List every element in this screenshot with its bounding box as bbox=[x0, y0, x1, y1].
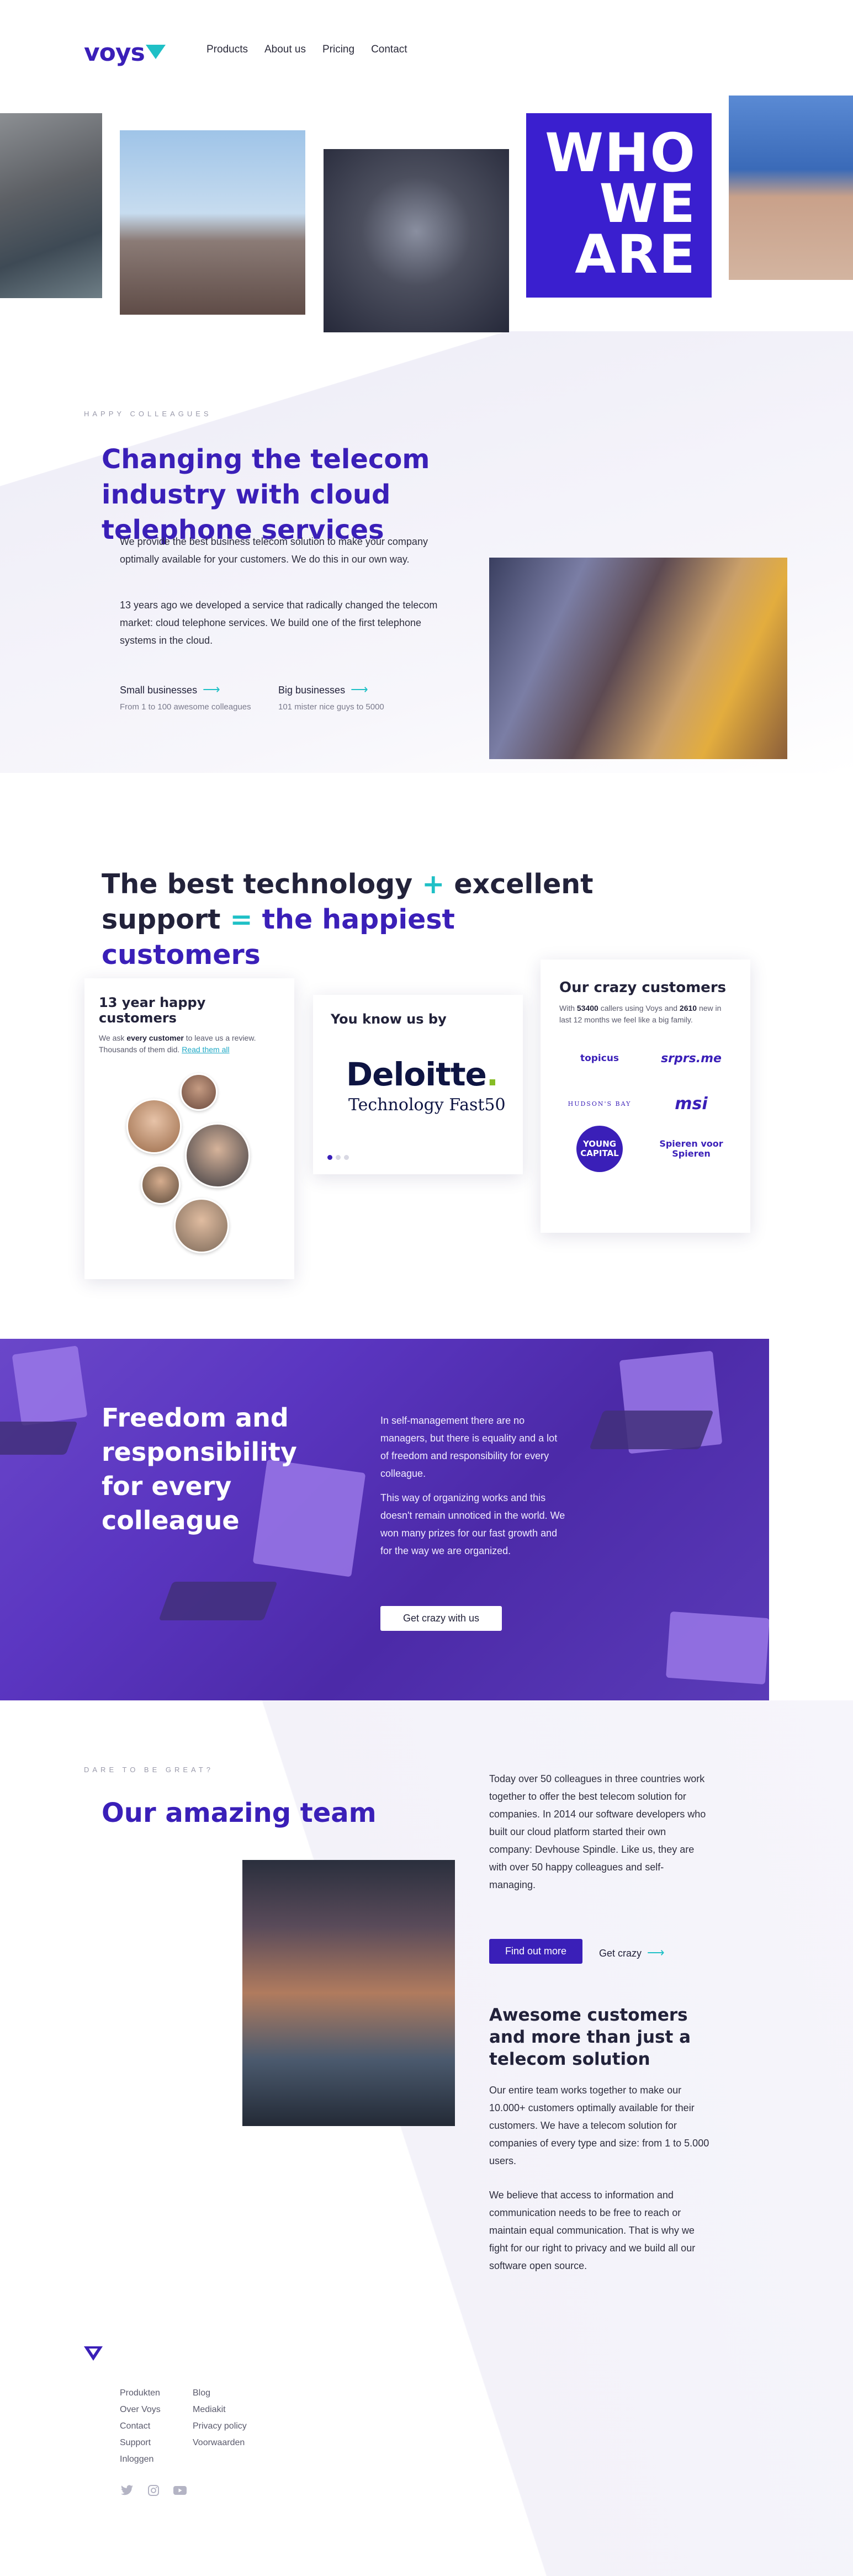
card-text: With 53400 callers using Voys and 2610 n… bbox=[559, 1004, 722, 1024]
card-title: You know us by bbox=[331, 1011, 447, 1027]
srprs-logo: srprs.me bbox=[661, 1051, 722, 1066]
customers-heading: Awesome customers and more than just a t… bbox=[489, 2005, 691, 2069]
freedom-title: Freedom and responsibility for every col… bbox=[102, 1403, 297, 1535]
section-eyebrow: HAPPY COLLEAGUES bbox=[84, 410, 212, 418]
footer-links-col2: Blog Mediakit Privacy policy Voorwaarden bbox=[193, 2385, 247, 2451]
arrow-right-icon: ⟶ bbox=[203, 682, 220, 696]
instagram-icon[interactable] bbox=[146, 2484, 161, 2497]
nav-about-us[interactable]: About us bbox=[264, 44, 306, 56]
msi-logo: msi bbox=[675, 1094, 708, 1114]
footer-link[interactable]: Blog bbox=[193, 2385, 247, 2402]
who-we-are-block: WHO WE ARE bbox=[526, 113, 712, 298]
avatar bbox=[174, 1198, 229, 1253]
big-businesses-link[interactable]: Big businesses ⟶ 101 mister nice guys to … bbox=[278, 682, 384, 712]
spieren-voor-spieren-logo: Spieren voor Spieren bbox=[659, 1138, 723, 1159]
avatar bbox=[180, 1073, 218, 1111]
get-crazy-with-us-button[interactable]: Get crazy with us bbox=[380, 1606, 502, 1631]
retro-computer-illustration bbox=[12, 1345, 88, 1426]
topicus-logo: topicus bbox=[580, 1053, 619, 1064]
main-nav: Products About us Pricing Contact bbox=[206, 44, 407, 56]
nav-contact[interactable]: Contact bbox=[371, 44, 407, 56]
happy-customers-card: 13 year happy customers We ask every cus… bbox=[84, 978, 294, 1279]
footer-link[interactable]: Over Voys bbox=[120, 2402, 161, 2418]
team-paragraph: Today over 50 colleagues in three countr… bbox=[489, 1773, 706, 1890]
nav-products[interactable]: Products bbox=[206, 44, 248, 56]
team-party-photo bbox=[242, 1860, 455, 2126]
hero-photo-skyline-selfie bbox=[324, 149, 509, 332]
footer-link[interactable]: Contact bbox=[120, 2418, 161, 2435]
technology-fast50-text: Technology Fast50 bbox=[348, 1095, 506, 1115]
footer-logo-icon[interactable] bbox=[84, 2346, 103, 2361]
tech-headline: The best technology + excellent support … bbox=[102, 868, 594, 971]
avatar bbox=[185, 1123, 250, 1188]
carousel-dots bbox=[327, 1155, 349, 1160]
logo-triangle-icon bbox=[145, 45, 166, 59]
avatar bbox=[141, 1165, 181, 1205]
keyboard-illustration bbox=[0, 1422, 78, 1455]
card-title: 13 year happy customers bbox=[99, 995, 206, 1026]
footer-link[interactable]: Inloggen bbox=[120, 2451, 161, 2468]
footer-link[interactable]: Voorwaarden bbox=[193, 2435, 247, 2451]
footer-link[interactable]: Produkten bbox=[120, 2385, 161, 2402]
deloitte-logo: Deloitte. bbox=[346, 1056, 499, 1093]
you-know-us-card: You know us by Deloitte. Technology Fast… bbox=[313, 995, 523, 1174]
hero-photo-mug-man bbox=[729, 96, 853, 280]
section-paragraph: We provide the best business telecom sol… bbox=[120, 536, 428, 565]
find-out-more-button[interactable]: Find out more bbox=[489, 1939, 582, 1964]
card-text: We ask every customer to leave us a revi… bbox=[99, 1033, 256, 1054]
avatar bbox=[126, 1099, 182, 1154]
footer-link[interactable]: Privacy policy bbox=[193, 2418, 247, 2435]
freedom-text: In self-management there are no managers… bbox=[380, 1415, 565, 1556]
nav-pricing[interactable]: Pricing bbox=[322, 44, 354, 56]
arrow-right-icon: ⟶ bbox=[351, 682, 368, 696]
twitter-icon[interactable] bbox=[120, 2484, 134, 2497]
get-crazy-link[interactable]: Get crazy ⟶ bbox=[599, 1946, 665, 1960]
section-paragraph: 13 years ago we developed a service that… bbox=[120, 600, 438, 646]
section-title: Changing the telecom industry with cloud… bbox=[102, 444, 430, 545]
carousel-dot[interactable] bbox=[327, 1155, 332, 1160]
footer-link[interactable]: Support bbox=[120, 2435, 161, 2451]
social-links bbox=[120, 2484, 187, 2497]
customer-logos: topicus srprs.me HUDSON'S BAY msi YOUNG … bbox=[559, 1045, 732, 1172]
voys-logo[interactable]: voys bbox=[84, 39, 166, 67]
arrow-right-icon: ⟶ bbox=[647, 1946, 665, 1959]
youngcapital-logo: YOUNG CAPITAL bbox=[559, 1126, 640, 1172]
retro-computer-illustration bbox=[666, 1611, 769, 1685]
carousel-dot[interactable] bbox=[344, 1155, 349, 1160]
footer-link[interactable]: Mediakit bbox=[193, 2402, 247, 2418]
youtube-icon[interactable] bbox=[173, 2484, 187, 2497]
hudsons-bay-logo: HUDSON'S BAY bbox=[568, 1100, 632, 1107]
hero-photo-smiling-woman bbox=[120, 130, 305, 315]
keyboard-illustration bbox=[158, 1582, 278, 1620]
card-title: Our crazy customers bbox=[559, 979, 727, 996]
hero-photo-phone-call bbox=[0, 113, 102, 298]
read-reviews-link[interactable]: Read them all bbox=[182, 1045, 229, 1054]
crazy-customers-card: Our crazy customers With 53400 callers u… bbox=[541, 960, 750, 1233]
open-source-paragraph: We believe that access to information an… bbox=[489, 2190, 696, 2271]
footer-links-col1: Produkten Over Voys Contact Support Inlo… bbox=[120, 2385, 161, 2468]
team-title: Our amazing team bbox=[102, 1798, 377, 1828]
team-drinks-photo bbox=[489, 558, 787, 759]
section-eyebrow: DARE TO BE GREAT? bbox=[84, 1766, 214, 1774]
keyboard-illustration bbox=[589, 1411, 714, 1449]
small-businesses-link[interactable]: Small businesses ⟶ From 1 to 100 awesome … bbox=[120, 682, 251, 712]
customers-paragraph: Our entire team works together to make o… bbox=[489, 2085, 709, 2166]
carousel-dot[interactable] bbox=[336, 1155, 341, 1160]
